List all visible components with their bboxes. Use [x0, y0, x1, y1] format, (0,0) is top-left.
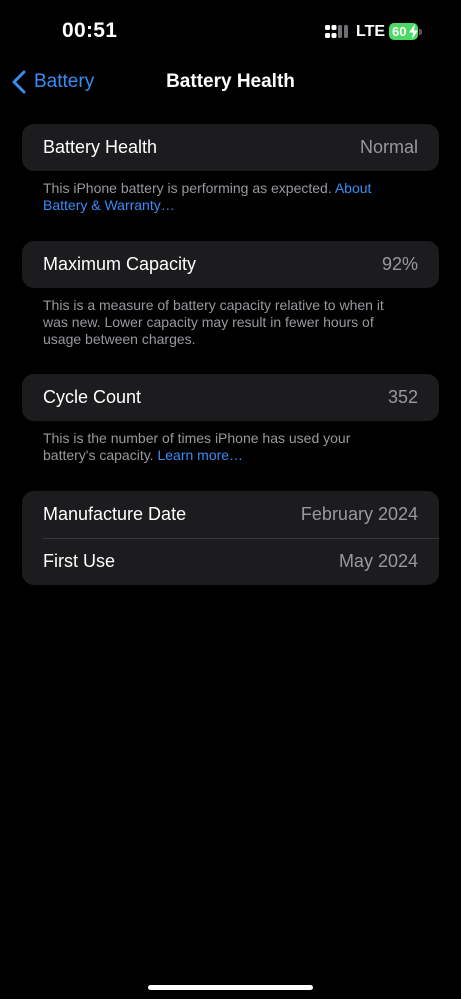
signal-bars-icon — [325, 25, 348, 38]
manufacture-date-row: Manufacture Date February 2024 — [22, 491, 439, 538]
row-divider — [43, 538, 439, 539]
battery-health-row: Battery Health Normal — [22, 124, 439, 171]
status-bar: 00:51 LTE 60 — [0, 0, 461, 60]
first-use-value: May 2024 — [338, 551, 418, 571]
manufacture-date-value: February 2024 — [300, 504, 418, 524]
page-title: Battery Health — [166, 71, 295, 92]
battery-health-value: Normal — [359, 137, 418, 157]
cycle-count-value: 352 — [387, 387, 418, 407]
status-time: 00:51 — [62, 19, 118, 42]
maximum-capacity-footnote: This is a measure of battery capacity re… — [43, 297, 384, 347]
maximum-capacity-value: 92% — [381, 254, 418, 274]
cycle-count-label: Cycle Count — [43, 387, 142, 407]
cycle-count-row: Cycle Count 352 — [22, 374, 439, 421]
first-use-label: First Use — [43, 551, 115, 571]
navigation-bar: Battery Battery Health — [0, 60, 461, 104]
home-indicator[interactable] — [148, 985, 313, 990]
learn-more-link[interactable]: Learn more… — [157, 447, 243, 463]
battery-health-label: Battery Health — [43, 137, 158, 157]
first-use-row: First Use May 2024 — [22, 538, 439, 585]
battery-charging-icon: 60 — [389, 23, 423, 40]
charging-bolt-icon — [409, 24, 418, 39]
manufacture-date-label: Manufacture Date — [43, 504, 187, 524]
maximum-capacity-row: Maximum Capacity 92% — [22, 241, 439, 288]
battery-health-note: This iPhone battery is performing as exp… — [43, 180, 332, 196]
cycle-count-footnote: This is the number of times iPhone has u… — [43, 430, 403, 464]
carrier-label: LTE — [356, 23, 386, 40]
dates-group: Manufacture Date February 2024 First Use… — [22, 491, 439, 585]
maximum-capacity-group: Maximum Capacity 92% — [22, 241, 439, 288]
maximum-capacity-label: Maximum Capacity — [43, 254, 197, 274]
battery-health-group: Battery Health Normal — [22, 124, 439, 171]
battery-tip — [419, 29, 422, 35]
battery-health-footnote: This iPhone battery is performing as exp… — [43, 180, 403, 214]
cycle-count-group: Cycle Count 352 — [22, 374, 439, 421]
